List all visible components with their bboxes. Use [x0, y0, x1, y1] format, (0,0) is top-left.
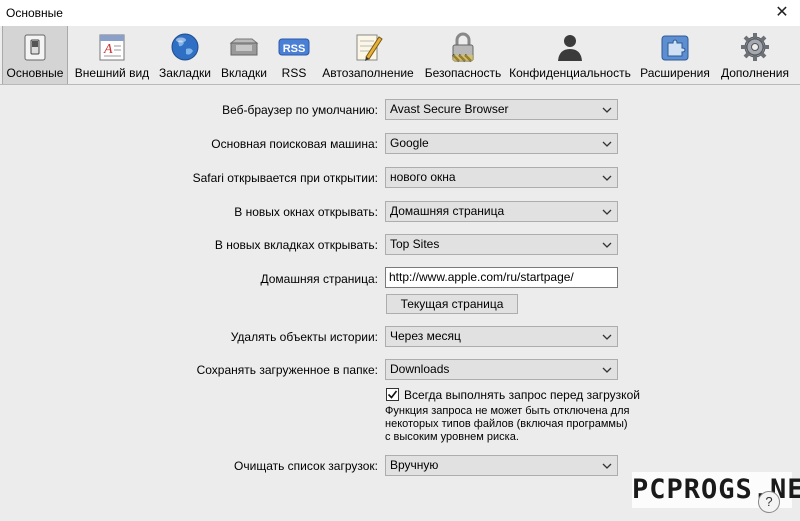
- rss-icon: RSS: [278, 38, 310, 56]
- title-bar: Основные ✕: [0, 0, 800, 26]
- new-windows-label: В новых окнах открывать:: [234, 205, 378, 219]
- tab-rss-label: RSS: [281, 66, 307, 80]
- tab-tabs-label: Вкладки: [220, 66, 268, 80]
- tab-privacy[interactable]: Конфиденциальность: [508, 26, 632, 84]
- safari-opens-label: Safari открывается при открытии:: [192, 171, 378, 185]
- download-warning-note: Функция запроса не может быть отключена …: [385, 405, 630, 443]
- globe-icon: [171, 33, 199, 61]
- chevron-down-icon: [602, 107, 612, 113]
- tabs-icon: [229, 38, 259, 56]
- tab-advanced[interactable]: Дополнения: [717, 26, 793, 84]
- default-browser-select[interactable]: Avast Secure Browser: [385, 99, 618, 120]
- chevron-down-icon: [602, 367, 612, 373]
- remove-history-value: Через месяц: [390, 329, 461, 343]
- lock-icon: [452, 32, 474, 62]
- save-downloads-value: Downloads: [390, 362, 450, 376]
- search-engine-value: Google: [390, 136, 429, 150]
- tab-extensions[interactable]: Расширения: [636, 26, 714, 84]
- checkmark-icon: [387, 390, 398, 399]
- general-settings-pane: Веб-браузер по умолчанию: Avast Secure B…: [0, 85, 800, 521]
- new-windows-select[interactable]: Домашняя страница: [385, 201, 618, 222]
- chevron-down-icon: [602, 242, 612, 248]
- tab-general-label: Основные: [6, 66, 64, 80]
- tab-bookmarks-label: Закладки: [159, 66, 211, 80]
- new-tabs-label: В новых вкладках открывать:: [214, 238, 378, 252]
- help-button[interactable]: ?: [758, 491, 780, 513]
- tab-security-label: Безопасность: [424, 66, 502, 80]
- ask-before-download-label: Всегда выполнять запрос перед загрузкой: [404, 388, 640, 402]
- save-downloads-select[interactable]: Downloads: [385, 359, 618, 380]
- chevron-down-icon: [602, 334, 612, 340]
- chevron-down-icon: [602, 175, 612, 181]
- default-browser-label: Веб-браузер по умолчанию:: [222, 103, 378, 117]
- default-browser-value: Avast Secure Browser: [390, 102, 509, 116]
- tab-advanced-label: Дополнения: [721, 66, 789, 80]
- tab-autofill-label: Автозаполнение: [322, 66, 414, 80]
- tab-tabs[interactable]: Вкладки: [216, 26, 272, 84]
- new-windows-value: Домашняя страница: [390, 204, 505, 218]
- tab-appearance-label: Внешний вид: [74, 66, 150, 80]
- save-downloads-label: Сохранять загруженное в папке:: [196, 363, 378, 377]
- preferences-toolbar: Основные A Внешний вид Закладки Вкладки: [0, 26, 800, 85]
- close-icon[interactable]: ✕: [772, 3, 792, 23]
- new-tabs-select[interactable]: Top Sites: [385, 234, 618, 255]
- search-engine-select[interactable]: Google: [385, 133, 618, 154]
- clear-downloads-value: Вручную: [390, 458, 439, 472]
- tab-appearance[interactable]: A Внешний вид: [70, 26, 154, 84]
- safari-opens-value: нового окна: [390, 170, 456, 184]
- privacy-silhouette-icon: [558, 35, 582, 61]
- homepage-label: Домашняя страница:: [260, 272, 379, 286]
- tab-privacy-label: Конфиденциальность: [509, 66, 631, 80]
- svg-text:A: A: [103, 42, 113, 57]
- chevron-down-icon: [602, 141, 612, 147]
- remove-history-label: Удалять объекты истории:: [230, 330, 378, 344]
- remove-history-select[interactable]: Через месяц: [385, 326, 618, 347]
- svg-text:RSS: RSS: [283, 43, 306, 55]
- ask-before-download-checkbox[interactable]: [386, 388, 399, 401]
- general-switch-icon: [24, 34, 46, 61]
- set-current-page-button[interactable]: Текущая страница: [386, 294, 518, 314]
- clear-downloads-select[interactable]: Вручную: [385, 455, 618, 476]
- appearance-icon: A: [99, 34, 125, 61]
- gear-icon: [741, 33, 769, 61]
- tab-bookmarks[interactable]: Закладки: [156, 26, 214, 84]
- search-engine-label: Основная поисковая машина:: [211, 137, 378, 151]
- chevron-down-icon: [602, 463, 612, 469]
- new-tabs-value: Top Sites: [390, 237, 440, 251]
- window-title: Основные: [6, 6, 63, 20]
- clear-downloads-label: Очищать список загрузок:: [234, 459, 378, 473]
- homepage-field[interactable]: http://www.apple.com/ru/startpage/: [385, 267, 618, 288]
- extensions-puzzle-icon: [661, 35, 689, 61]
- autofill-pencil-icon: [356, 34, 383, 61]
- tab-general[interactable]: Основные: [2, 26, 68, 84]
- safari-opens-select[interactable]: нового окна: [385, 167, 618, 188]
- tab-extensions-label: Расширения: [640, 66, 710, 80]
- tab-rss[interactable]: RSS RSS: [274, 26, 314, 84]
- chevron-down-icon: [602, 209, 612, 215]
- tab-autofill[interactable]: Автозаполнение: [318, 26, 418, 84]
- tab-security[interactable]: Безопасность: [421, 26, 505, 84]
